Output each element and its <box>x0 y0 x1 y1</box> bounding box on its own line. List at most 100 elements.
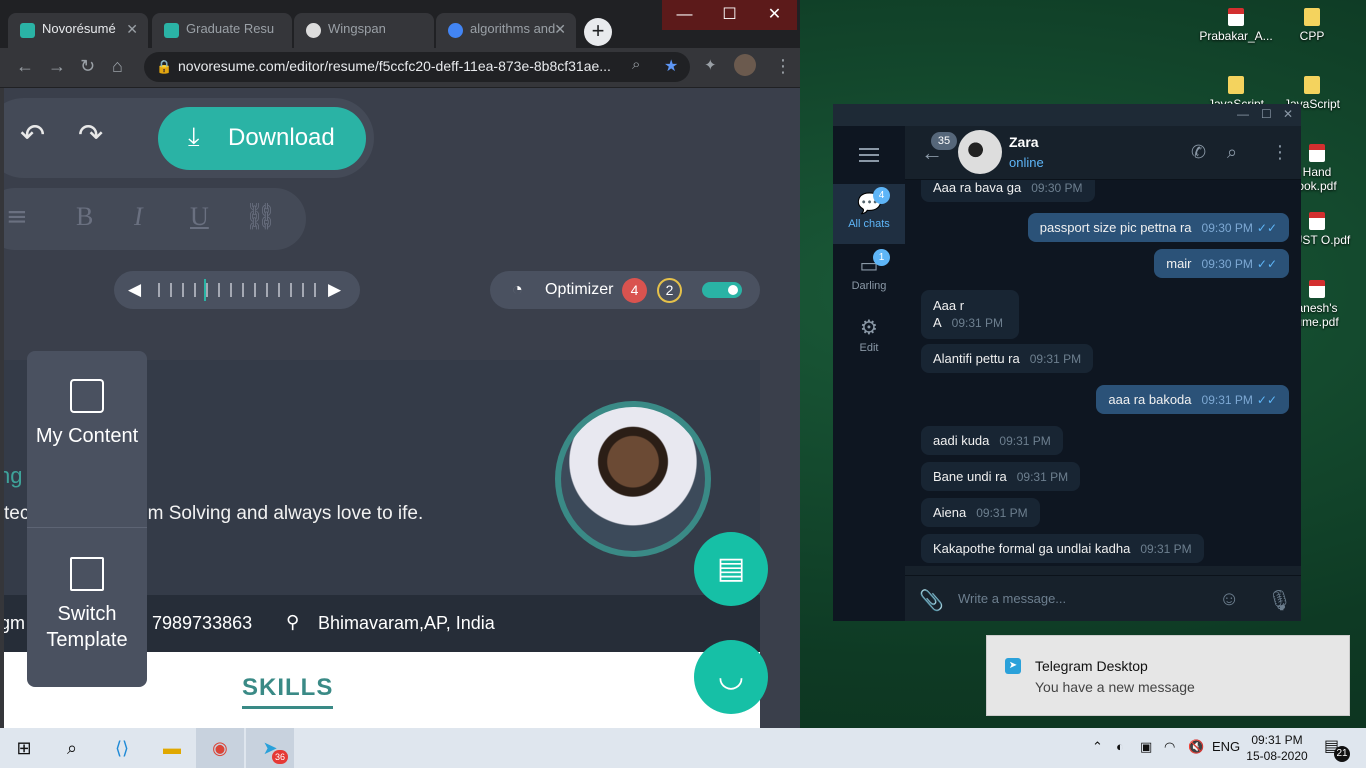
tab-wingspan[interactable]: Wingspan <box>294 13 434 48</box>
back-arrow-icon[interactable]: ← <box>16 56 34 77</box>
message-bubble[interactable]: passport size pic pettna ra 09:30 PM ✓✓ <box>1027 213 1289 242</box>
vscode-icon[interactable]: ⟨⟩ <box>108 734 136 762</box>
clock[interactable]: 09:31 PM 15-08-2020 <box>1245 732 1309 764</box>
close-button[interactable]: ✕ <box>752 0 797 30</box>
switch-template-icon <box>70 557 104 591</box>
contact-phone[interactable]: 7989733863 <box>152 613 252 634</box>
reload-icon[interactable]: ↻ <box>80 56 95 77</box>
slider-left-arrow-icon[interactable]: ◀ <box>128 280 141 300</box>
people-icon[interactable]: ◐ <box>1116 739 1124 754</box>
message-bubble[interactable]: Alantifi pettu ra 09:31 PM <box>921 344 1094 373</box>
undo-icon[interactable]: ↶ <box>20 118 45 153</box>
close-tab-icon[interactable]: ✕ <box>554 21 566 38</box>
notification-message: You have a new message <box>1035 679 1195 695</box>
download-button[interactable]: ⤓ Download <box>158 107 366 170</box>
slider-right-arrow-icon[interactable]: ▶ <box>328 280 341 300</box>
telegram-taskbar-icon[interactable]: ➤ 36 <box>246 728 294 768</box>
attach-paperclip-icon[interactable]: 📎 <box>919 588 944 613</box>
wifi-icon[interactable]: ◠ <box>1164 739 1175 755</box>
volume-muted-icon[interactable]: 🔇 <box>1188 739 1204 755</box>
skills-heading[interactable]: SKILLS <box>242 674 334 709</box>
message-input[interactable]: Write a message... <box>958 591 1066 606</box>
forward-arrow-icon[interactable]: → <box>48 56 66 77</box>
home-icon[interactable]: ⌂ <box>112 56 123 77</box>
contact-location[interactable]: ⚲ Bhimavaram,AP, India <box>286 612 495 634</box>
link-icon[interactable]: ⛓ <box>244 202 277 232</box>
message-bubble[interactable]: Aaa ra bava ga 09:30 PM <box>921 180 1095 202</box>
tab-graduate-resume[interactable]: Graduate Resu <box>152 13 292 48</box>
extensions-puzzle-icon[interactable]: ✦ <box>704 56 717 74</box>
file-explorer-icon[interactable]: ▬ <box>158 734 186 762</box>
toggle-knob <box>728 285 738 295</box>
optimizer-error-badge: 4 <box>622 278 647 303</box>
menu-kebab-icon[interactable]: ⋮ <box>774 56 792 77</box>
divider <box>27 527 147 528</box>
network-icon[interactable]: ▣ <box>1140 739 1152 755</box>
language-indicator[interactable]: ENG <box>1212 739 1240 754</box>
novoresume-editor: ↶ ↷ ⤓ Download ≡ B I U ⛓ ◀ ▶ ◔ Optimizer… <box>4 88 800 728</box>
message-bubble[interactable]: aadi kuda 09:31 PM <box>921 426 1063 455</box>
optimizer-panel[interactable]: ◔ Optimizer 4 2 <box>490 271 760 309</box>
desktop-icon-prabakar-pdf[interactable]: Prabakar_A... <box>1196 8 1276 43</box>
contact-email[interactable]: gm <box>4 613 25 634</box>
pdf-icon <box>1228 8 1244 26</box>
message-bubble[interactable]: Kakapothe formal ga undlai kadha 09:31 PM <box>921 534 1204 563</box>
bold-icon[interactable]: B <box>76 202 93 232</box>
phone-call-icon[interactable]: ✆ <box>1191 142 1206 163</box>
google-favicon-icon <box>448 23 463 38</box>
folder-content-icon <box>70 379 104 413</box>
close-icon[interactable]: ✕ <box>1283 107 1293 121</box>
search-icon[interactable]: ⌕ <box>1227 142 1237 163</box>
notes-button[interactable]: ▤ <box>694 532 768 606</box>
message-bubble[interactable]: Aiena 09:31 PM <box>921 498 1040 527</box>
maximize-button[interactable]: ☐ <box>707 0 752 30</box>
message-bubble[interactable]: Aaa r A 09:31 PM <box>921 290 1019 339</box>
new-tab-button[interactable]: + <box>584 18 612 46</box>
more-options-icon[interactable]: ⋮ <box>1271 142 1289 163</box>
resume-name[interactable]: ng <box>4 463 22 489</box>
redo-icon[interactable]: ↷ <box>78 118 103 153</box>
chat-support-button[interactable]: ◡ <box>694 640 768 714</box>
contact-avatar[interactable] <box>958 130 1002 174</box>
folder-darling[interactable]: ▭ 1 Darling <box>833 246 905 306</box>
desktop-icon-cpp-folder[interactable]: CPP <box>1272 8 1352 43</box>
italic-icon[interactable]: I <box>134 202 143 232</box>
emoji-icon[interactable]: ☺ <box>1219 588 1239 611</box>
message-bubble[interactable]: Bane undi ra 09:31 PM <box>921 462 1081 491</box>
tab-strip: Novorésumé ✕ Graduate Resu Wingspan algo… <box>0 0 800 48</box>
slider-handle[interactable] <box>204 279 206 301</box>
align-icon[interactable]: ≡ <box>6 202 28 232</box>
zoom-icon[interactable]: ⌕ <box>632 56 640 73</box>
profile-avatar[interactable] <box>734 54 756 76</box>
hamburger-menu-icon[interactable] <box>859 148 879 162</box>
chrome-icon[interactable]: ◉ <box>196 728 244 768</box>
folder-all-chats[interactable]: 💬 4 All chats <box>833 184 905 244</box>
url-field[interactable]: 🔒 novoresume.com/editor/resume/f5ccfc20-… <box>144 52 690 82</box>
message-bubble[interactable]: mair 09:30 PM ✓✓ <box>1154 249 1289 278</box>
contact-name[interactable]: Zara <box>1009 134 1039 150</box>
close-tab-icon[interactable]: ✕ <box>126 21 138 38</box>
notification-toast[interactable]: ➤ Telegram Desktop You have a new messag… <box>986 635 1350 716</box>
microphone-icon[interactable]: 🎙 <box>1267 588 1292 613</box>
optimizer-toggle[interactable] <box>702 282 742 298</box>
tab-novoresume[interactable]: Novorésumé ✕ <box>8 13 148 48</box>
minimize-icon[interactable]: — <box>1237 107 1249 121</box>
message-bubble[interactable]: aaa ra bakoda 09:31 PM ✓✓ <box>1096 385 1289 414</box>
slider-ticks <box>158 283 318 297</box>
read-checkmarks-icon: ✓✓ <box>1256 221 1277 235</box>
location-pin-icon: ⚲ <box>286 612 300 632</box>
bookmark-star-icon[interactable]: ★ <box>664 56 678 76</box>
folder-edit[interactable]: ⚙ Edit <box>833 308 905 368</box>
underline-icon[interactable]: U <box>190 202 209 232</box>
search-icon[interactable]: ⌕ <box>58 734 86 762</box>
tab-algorithms[interactable]: algorithms and ✕ <box>436 13 576 48</box>
show-hidden-icons-icon[interactable]: ⌃ <box>1092 739 1103 755</box>
profile-photo[interactable] <box>555 401 711 557</box>
minimize-button[interactable]: — <box>662 0 707 30</box>
spacing-slider[interactable]: ◀ ▶ <box>114 271 360 309</box>
switch-template-button[interactable]: Switch Template <box>27 557 147 653</box>
maximize-icon[interactable]: ☐ <box>1261 107 1272 121</box>
my-content-button[interactable]: My Content <box>27 379 147 449</box>
windows-start-icon[interactable]: ⊞ <box>10 734 38 762</box>
message-composer: 📎 Write a message... ☺ 🎙 <box>905 575 1301 621</box>
